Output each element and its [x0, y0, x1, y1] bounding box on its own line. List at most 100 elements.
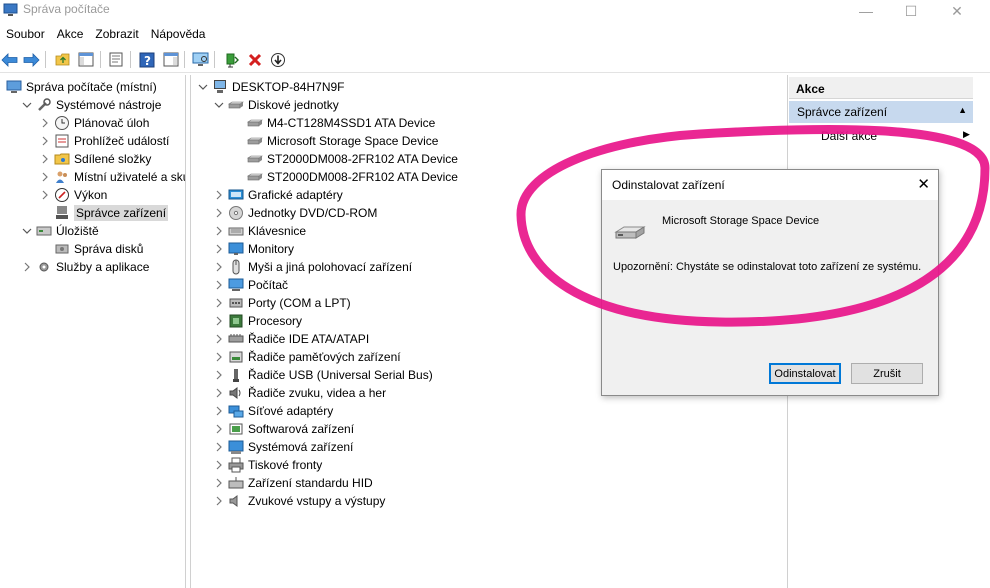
device-tree-root[interactable]: DESKTOP-84H7N9F [197, 78, 344, 96]
nav-item[interactable]: Správce zařízení [39, 204, 169, 222]
expand-chevron-icon[interactable] [213, 477, 225, 489]
expand-chevron-icon[interactable] [213, 405, 225, 417]
device-category[interactable]: Procesory [213, 312, 302, 330]
expand-chevron-icon[interactable] [39, 117, 51, 129]
nav-item[interactable]: Výkon [39, 186, 107, 204]
menu-help[interactable]: Nápověda [145, 24, 212, 46]
device-category[interactable]: Řadiče IDE ATA/ATAPI [213, 330, 369, 348]
collapse-chevron-icon[interactable] [213, 99, 225, 111]
expand-chevron-icon[interactable] [213, 495, 225, 507]
dialog-close-button[interactable]: ✕ [917, 175, 930, 193]
collapse-chevron-icon[interactable] [197, 81, 209, 93]
actions-section-device-manager[interactable]: Správce zařízení ▲ [789, 101, 973, 123]
nav-item[interactable]: Sdílené složky [39, 150, 151, 168]
properties-icon[interactable] [106, 50, 125, 69]
device-category[interactable]: Diskové jednotky [213, 96, 339, 114]
disk-device-item[interactable]: ST2000DM008-2FR102 ATA Device [232, 150, 458, 168]
expand-chevron-icon[interactable] [213, 369, 225, 381]
collapse-chevron-icon[interactable] [21, 225, 33, 237]
download-arrow-icon[interactable] [268, 50, 287, 69]
help-icon[interactable]: ? [137, 50, 156, 69]
nav-item[interactable]: Správa počítače (místní) [0, 78, 157, 96]
device-category[interactable]: Řadiče zvuku, videa a her [213, 384, 386, 402]
tree-item-label: ST2000DM008-2FR102 ATA Device [267, 152, 458, 166]
nav-item[interactable]: Systémové nástroje [21, 96, 161, 114]
device-category[interactable]: Zařízení standardu HID [213, 474, 373, 492]
device-category[interactable]: Řadiče USB (Universal Serial Bus) [213, 366, 433, 384]
dialog-device-name: Microsoft Storage Space Device [662, 215, 820, 227]
expand-chevron-icon[interactable] [213, 459, 225, 471]
expand-chevron-icon[interactable] [213, 243, 225, 255]
tree-item-label: Zvukové vstupy a výstupy [248, 494, 386, 508]
device-category[interactable]: Tiskové fronty [213, 456, 322, 474]
nav-item[interactable]: Úložiště [21, 222, 99, 240]
action-pane-icon[interactable] [161, 50, 180, 69]
nav-item[interactable]: Správa disků [39, 240, 143, 258]
shared-folder-icon [54, 151, 70, 167]
expand-chevron-icon[interactable] [39, 153, 51, 165]
tree-item-label: Microsoft Storage Space Device [267, 134, 439, 148]
port-icon [228, 295, 244, 311]
device-category[interactable]: Řadiče paměťových zařízení [213, 348, 401, 366]
uninstall-button[interactable]: Odinstalovat [769, 363, 841, 384]
device-category[interactable]: Monitory [213, 240, 294, 258]
expand-chevron-icon[interactable] [213, 351, 225, 363]
nav-item[interactable]: Místní uživatelé a skupiny [39, 168, 185, 186]
collapse-up-icon[interactable]: ▲ [958, 105, 967, 115]
tree-item-label: Jednotky DVD/CD-ROM [248, 206, 378, 220]
nav-item[interactable]: Plánovač úloh [39, 114, 149, 132]
tree-item-label: Procesory [248, 314, 303, 328]
expand-chevron-icon[interactable] [213, 225, 225, 237]
device-category[interactable]: Systémová zařízení [213, 438, 353, 456]
expand-chevron-icon[interactable] [213, 279, 225, 291]
more-actions-link[interactable]: Další akce [821, 129, 877, 143]
toolbar-separator [214, 51, 215, 68]
nav-item[interactable]: Prohlížeč událostí [39, 132, 169, 150]
menu-view[interactable]: Zobrazit [89, 24, 144, 46]
nav-item[interactable]: Služby a aplikace [21, 258, 149, 276]
device-category[interactable]: Klávesnice [213, 222, 306, 240]
uninstall-device-icon[interactable] [245, 50, 264, 69]
cancel-button[interactable]: Zrušit [851, 363, 923, 384]
expand-chevron-icon[interactable] [39, 135, 51, 147]
menu-file[interactable]: Soubor [0, 24, 51, 46]
expand-chevron-icon[interactable] [39, 171, 51, 183]
expand-chevron-icon[interactable] [21, 261, 33, 273]
expand-chevron-icon[interactable] [213, 189, 225, 201]
device-category[interactable]: Jednotky DVD/CD-ROM [213, 204, 377, 222]
expand-chevron-icon[interactable] [213, 423, 225, 435]
expand-chevron-icon[interactable] [213, 333, 225, 345]
device-category[interactable]: Grafické adaptéry [213, 186, 343, 204]
device-category[interactable]: Myši a jiná polohovací zařízení [213, 258, 412, 276]
expand-chevron-icon[interactable] [39, 189, 51, 201]
back-arrow-icon[interactable] [0, 50, 19, 69]
disk-device-item[interactable]: M4-CT128M4SSD1 ATA Device [232, 114, 435, 132]
expand-chevron-icon[interactable] [213, 297, 225, 309]
tree-item-label: Řadiče IDE ATA/ATAPI [248, 332, 370, 346]
forward-arrow-icon[interactable] [22, 50, 41, 69]
up-folder-icon[interactable] [53, 50, 72, 69]
disk-drive-icon [247, 133, 263, 149]
device-category[interactable]: Počítač [213, 276, 288, 294]
close-button[interactable]: ✕ [934, 0, 980, 22]
expand-chevron-icon[interactable] [213, 315, 225, 327]
expand-chevron-icon[interactable] [213, 207, 225, 219]
disk-device-item[interactable]: ST2000DM008-2FR102 ATA Device [232, 168, 458, 186]
device-category[interactable]: Zvukové vstupy a výstupy [213, 492, 385, 510]
expand-chevron-icon[interactable] [213, 387, 225, 399]
minimize-button[interactable]: — [843, 0, 889, 22]
device-category[interactable]: Softwarová zařízení [213, 420, 354, 438]
maximize-button[interactable]: ☐ [888, 0, 934, 22]
menu-action[interactable]: Akce [51, 24, 90, 46]
device-category[interactable]: Porty (COM a LPT) [213, 294, 351, 312]
show-hide-tree-icon[interactable] [76, 50, 95, 69]
expand-chevron-icon[interactable] [213, 441, 225, 453]
expand-chevron-icon[interactable] [213, 261, 225, 273]
disk-device-item[interactable]: Microsoft Storage Space Device [232, 132, 438, 150]
collapse-chevron-icon[interactable] [21, 99, 33, 111]
device-category[interactable]: Síťové adaptéry [213, 402, 333, 420]
clock-icon [54, 115, 70, 131]
disk-management-icon [54, 241, 70, 257]
scan-hardware-icon[interactable] [191, 50, 210, 69]
update-driver-icon[interactable] [222, 50, 241, 69]
